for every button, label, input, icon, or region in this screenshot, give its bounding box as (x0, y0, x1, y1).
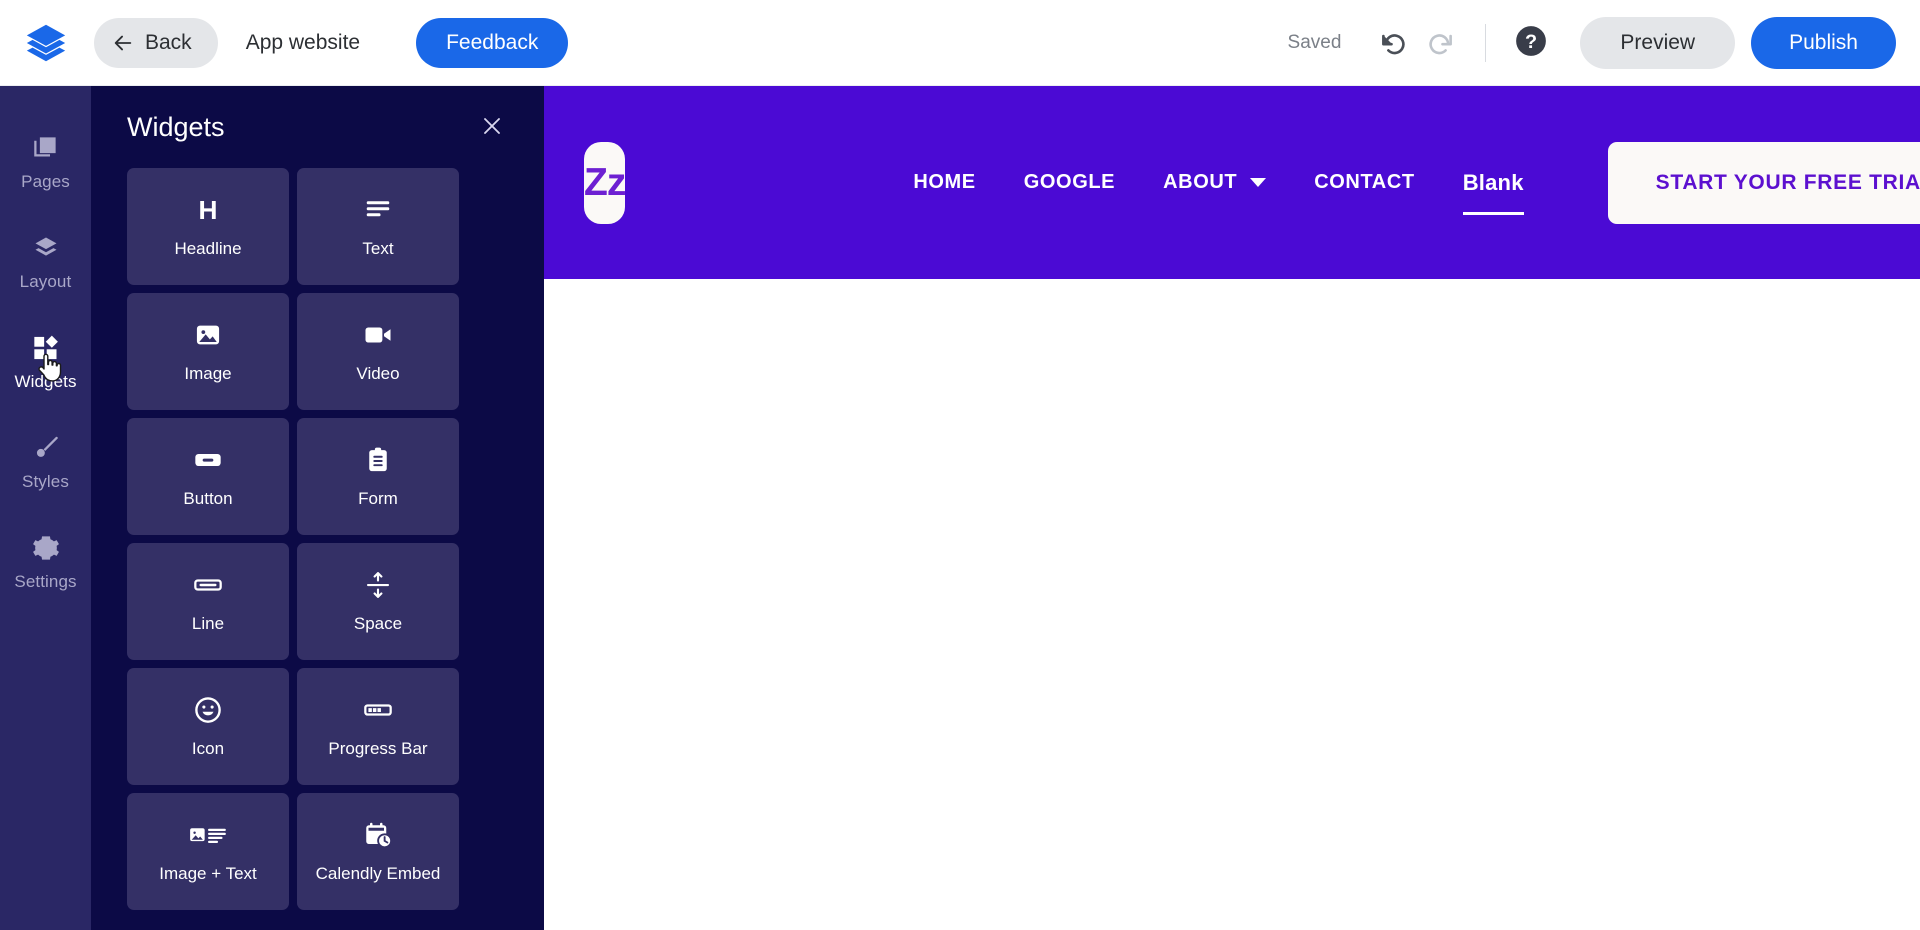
site-header: Zz HOME GOOGLE ABOUT CONTACT Blank START… (544, 86, 1920, 279)
sidebar-item-label: Settings (14, 571, 77, 591)
redo-button[interactable] (1417, 20, 1463, 66)
help-button[interactable]: ? (1508, 20, 1554, 66)
layers-logo-icon[interactable] (18, 15, 74, 71)
save-status-label: Saved (1287, 31, 1342, 53)
clipboard-form-icon (364, 444, 392, 476)
back-button[interactable]: Back (94, 17, 218, 68)
widgets-panel-header: Widgets (91, 86, 544, 168)
start-free-trial-button[interactable]: START YOUR FREE TRIAL (1607, 141, 1920, 224)
widget-tile-space[interactable]: Space (297, 543, 459, 660)
progress-bar-icon (362, 694, 394, 726)
nav-item-label: HOME (913, 171, 976, 193)
nav-item-label: GOOGLE (1023, 171, 1116, 193)
panel-title: Widgets (127, 111, 225, 142)
toolbar-right-group: Saved ? Preview Publish (1287, 16, 1920, 69)
calendar-clock-icon (363, 819, 393, 851)
sidebar-item-pages[interactable]: Pages (0, 112, 91, 212)
widget-tile-label: Button (183, 489, 233, 508)
widget-tile-video[interactable]: Video (297, 293, 459, 410)
toolbar-divider (1485, 23, 1487, 62)
widget-tile-line[interactable]: Line (127, 543, 289, 660)
nav-item-contact[interactable]: CONTACT (1290, 171, 1438, 194)
nav-item-home[interactable]: HOME (889, 171, 999, 194)
nav-item-about[interactable]: ABOUT (1139, 171, 1290, 194)
widget-tile-icon[interactable]: Icon (127, 668, 289, 785)
text-lines-icon (363, 194, 393, 226)
widget-tile-image[interactable]: Image (127, 293, 289, 410)
widget-tile-text[interactable]: Text (297, 168, 459, 285)
widget-tile-label: Line (191, 614, 225, 633)
layout-icon (32, 233, 60, 263)
left-nav-rail: Pages Layout Widgets Styles Settings (0, 86, 91, 930)
widget-tile-image-plus-text[interactable]: Image + Text (127, 793, 289, 910)
widget-tile-label: Space (353, 614, 403, 633)
svg-text:?: ? (1525, 31, 1537, 53)
preview-button[interactable]: Preview (1580, 16, 1736, 69)
redo-icon (1425, 26, 1455, 59)
undo-icon (1379, 26, 1409, 59)
widget-tile-label: Calendly Embed (315, 864, 441, 883)
widget-tile-calendly-embed[interactable]: Calendly Embed (297, 793, 459, 910)
close-panel-button[interactable] (474, 109, 510, 145)
sidebar-item-layout[interactable]: Layout (0, 212, 91, 312)
arrow-left-icon (112, 32, 134, 54)
gear-icon (32, 533, 60, 563)
sidebar-item-label: Styles (22, 471, 69, 491)
nav-item-label: CONTACT (1314, 171, 1415, 193)
widget-tile-label: Text (362, 239, 394, 258)
back-button-label: Back (145, 30, 192, 54)
site-logo[interactable]: Zz (584, 141, 626, 224)
brush-icon (32, 433, 60, 463)
site-body-empty[interactable] (544, 279, 1920, 930)
widget-tile-button[interactable]: Button (127, 418, 289, 535)
widgets-grid: H Headline Text Image Video Button Form … (91, 168, 544, 910)
chevron-down-icon (1250, 178, 1267, 187)
widget-tile-label: Headline (174, 239, 242, 258)
nav-active-underline (1462, 211, 1524, 215)
image-plus-text-icon (189, 819, 227, 851)
site-canvas: Zz HOME GOOGLE ABOUT CONTACT Blank START… (544, 86, 1920, 930)
sidebar-item-label: Layout (19, 271, 72, 291)
horizontal-line-icon (192, 569, 224, 601)
headline-h-icon: H (193, 194, 223, 226)
site-nav: HOME GOOGLE ABOUT CONTACT Blank (889, 169, 1548, 215)
nav-item-label: ABOUT (1163, 171, 1238, 193)
widget-tile-label: Progress Bar (328, 739, 428, 758)
document-title: App website (245, 30, 361, 54)
button-icon (192, 444, 224, 476)
widget-tile-label: Form (358, 489, 398, 508)
video-camera-icon (363, 319, 393, 351)
top-toolbar: Back App website Feedback Saved ? Previe… (0, 0, 1920, 86)
smiley-face-icon (193, 694, 223, 726)
widget-tile-form[interactable]: Form (297, 418, 459, 535)
sidebar-item-label: Pages (21, 171, 70, 191)
sidebar-item-styles[interactable]: Styles (0, 412, 91, 512)
widgets-panel: Widgets H Headline Text Image Video Butt… (91, 86, 544, 930)
undo-button[interactable] (1371, 20, 1417, 66)
widgets-icon (32, 333, 60, 363)
widget-tile-label: Icon (191, 739, 225, 758)
sidebar-item-widgets[interactable]: Widgets (0, 312, 91, 412)
nav-item-blank[interactable]: Blank (1439, 169, 1548, 215)
publish-button[interactable]: Publish (1751, 16, 1896, 69)
widget-tile-headline[interactable]: H Headline (127, 168, 289, 285)
sidebar-item-settings[interactable]: Settings (0, 512, 91, 612)
close-icon (480, 114, 504, 141)
vertical-space-arrows-icon (363, 569, 393, 601)
image-icon (194, 319, 222, 351)
nav-item-label: Blank (1462, 169, 1524, 195)
nav-item-google[interactable]: GOOGLE (1000, 171, 1139, 194)
sidebar-item-label: Widgets (14, 371, 77, 391)
widget-tile-label: Image + Text (159, 864, 257, 883)
widget-tile-label: Image (184, 364, 232, 383)
widget-tile-progress-bar[interactable]: Progress Bar (297, 668, 459, 785)
widget-tile-label: Video (356, 364, 400, 383)
pages-icon (32, 133, 59, 163)
feedback-button[interactable]: Feedback (416, 17, 569, 68)
help-circle-icon: ? (1514, 24, 1548, 61)
svg-text:H: H (199, 195, 218, 225)
